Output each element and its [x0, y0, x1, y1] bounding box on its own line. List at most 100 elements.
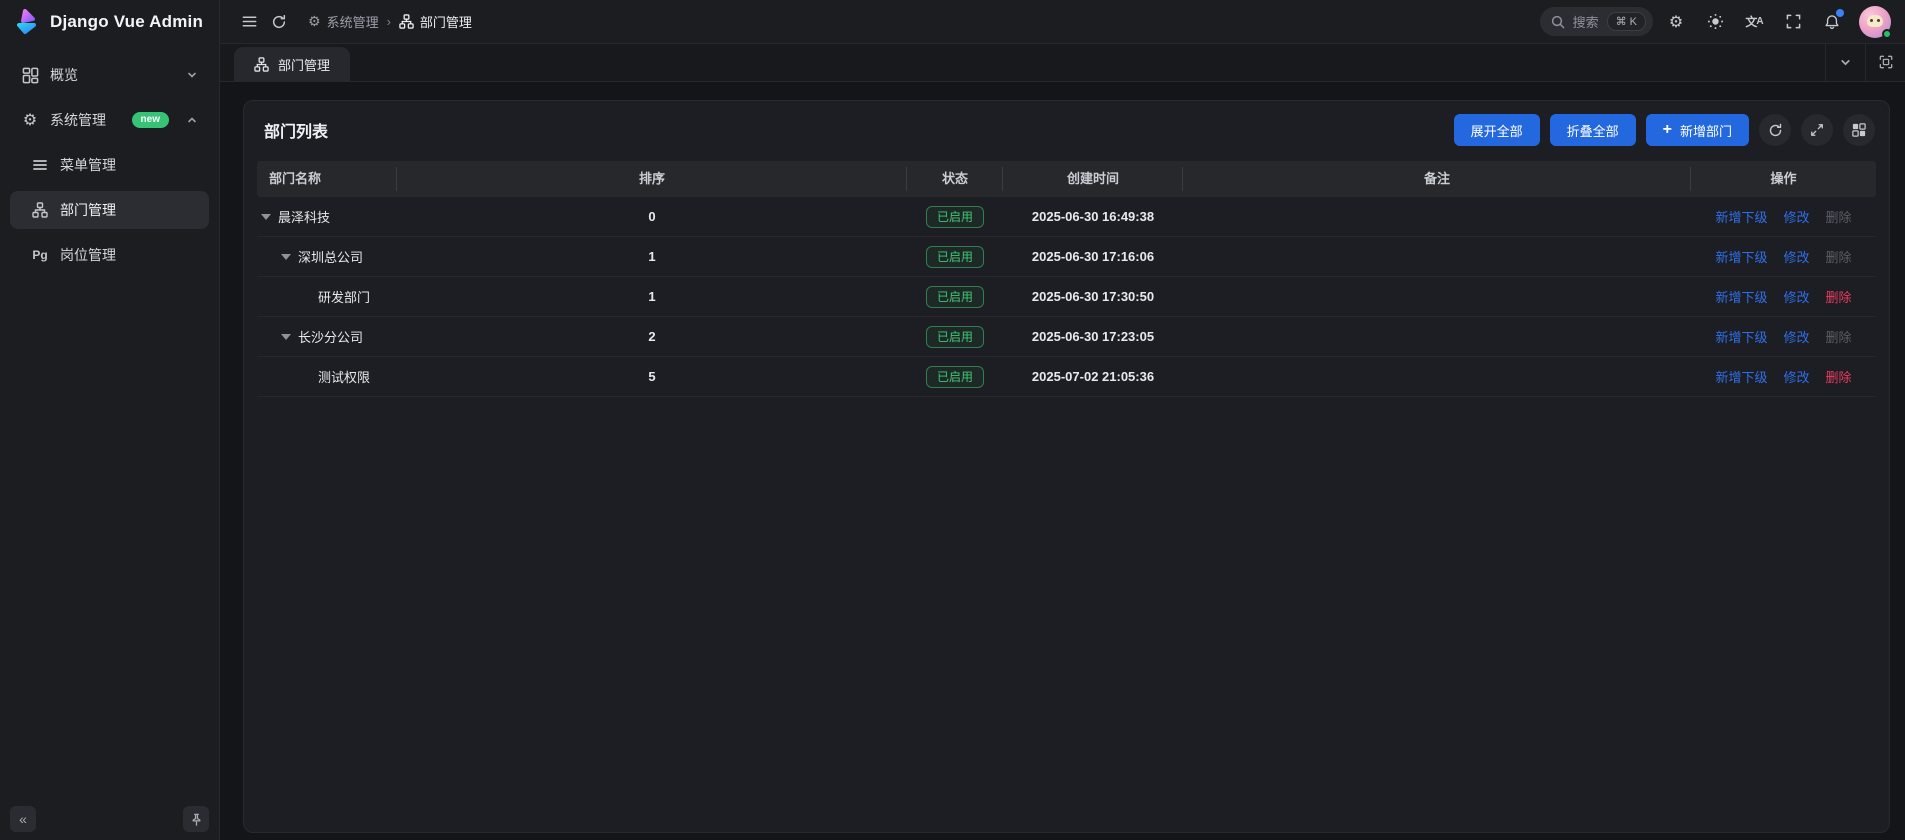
sidebar-item-menu-management[interactable]: 菜单管理	[10, 146, 209, 184]
delete-link[interactable]: 删除	[1826, 367, 1852, 386]
tree-expand-caret[interactable]	[281, 334, 291, 340]
sidebar-item-system[interactable]: ⚙ 系统管理 new	[10, 101, 209, 139]
sidebar-item-overview[interactable]: 概览	[10, 56, 209, 94]
dept-name: 研发部门	[318, 287, 370, 306]
edit-link[interactable]: 修改	[1783, 207, 1809, 226]
list-icon	[31, 156, 49, 174]
collapse-all-button[interactable]: 折叠全部	[1550, 114, 1636, 146]
add-dept-button[interactable]: + 新增部门	[1646, 114, 1749, 146]
theme-toggle-icon[interactable]	[1699, 6, 1731, 38]
dashboard-icon	[21, 66, 39, 84]
topbar: ⚙ 系统管理 › 部门管理 搜索 ⌘ K ⚙	[220, 0, 1905, 44]
maximize-content-icon[interactable]	[1865, 43, 1905, 81]
post-icon: Pg	[31, 246, 49, 264]
pin-icon[interactable]	[183, 806, 209, 832]
plus-icon: +	[1663, 122, 1672, 138]
expand-all-button[interactable]: 展开全部	[1454, 114, 1540, 146]
edit-link[interactable]: 修改	[1783, 247, 1809, 266]
search-shortcut: ⌘ K	[1607, 12, 1646, 31]
col-header-actions: 操作	[1691, 169, 1876, 189]
table-fullscreen-icon[interactable]	[1801, 114, 1833, 146]
online-status-dot	[1882, 29, 1892, 39]
status-badge: 已启用	[926, 286, 984, 308]
table-row[interactable]: 晨泽科技 0 已启用 2025-06-30 16:49:38 新增下级 修改 删…	[257, 197, 1876, 237]
breadcrumb-current[interactable]: 部门管理	[399, 12, 472, 31]
edit-link[interactable]: 修改	[1783, 287, 1809, 306]
fullscreen-icon[interactable]	[1777, 6, 1809, 38]
sidebar-footer: «	[10, 806, 209, 832]
tab-label: 部门管理	[278, 55, 330, 74]
col-header-status: 状态	[907, 169, 1003, 189]
app-logo-icon	[13, 9, 40, 35]
dept-name: 晨泽科技	[278, 207, 330, 226]
tree-expand-caret[interactable]	[261, 214, 271, 220]
dept-sort-value: 0	[397, 209, 907, 224]
add-child-link[interactable]: 新增下级	[1715, 207, 1767, 226]
dept-created-time: 2025-06-30 17:30:50	[1003, 289, 1183, 304]
tabbar: 部门管理	[220, 44, 1905, 82]
refresh-icon[interactable]	[264, 7, 294, 37]
tab-controls	[1825, 43, 1905, 81]
edit-link[interactable]: 修改	[1783, 367, 1809, 386]
status-badge: 已启用	[926, 366, 984, 388]
gear-icon: ⚙	[308, 15, 321, 29]
notification-dot	[1836, 9, 1844, 17]
add-child-link[interactable]: 新增下级	[1715, 247, 1767, 266]
avatar[interactable]	[1859, 6, 1891, 38]
col-header-sort: 排序	[397, 169, 907, 189]
hamburger-menu-icon[interactable]	[234, 7, 264, 37]
dept-name: 测试权限	[318, 367, 370, 386]
table-row[interactable]: 深圳总公司 1 已启用 2025-06-30 17:16:06 新增下级 修改 …	[257, 237, 1876, 277]
gear-icon: ⚙	[21, 111, 39, 129]
tab-list-chevron-icon[interactable]	[1825, 43, 1865, 81]
chevron-up-icon	[186, 114, 198, 126]
table-row[interactable]: 研发部门 1 已启用 2025-06-30 17:30:50 新增下级 修改 删…	[257, 277, 1876, 317]
search-placeholder: 搜索	[1573, 12, 1599, 31]
tree-expand-caret[interactable]	[281, 254, 291, 260]
org-chart-icon	[399, 14, 414, 29]
table-refresh-icon[interactable]	[1759, 114, 1791, 146]
new-badge: new	[132, 112, 169, 128]
dept-name: 深圳总公司	[298, 247, 363, 266]
card-toolbar: 展开全部 折叠全部 + 新增部门	[1454, 114, 1875, 146]
sidebar-item-label: 岗位管理	[60, 245, 116, 265]
sidebar-item-label: 概览	[50, 65, 78, 85]
dept-sort-value: 2	[397, 329, 907, 344]
tab-dept-management[interactable]: 部门管理	[234, 47, 350, 81]
chevron-down-icon	[186, 69, 198, 81]
table-row[interactable]: 长沙分公司 2 已启用 2025-06-30 17:23:05 新增下级 修改 …	[257, 317, 1876, 357]
topbar-right: 搜索 ⌘ K ⚙ 文A	[1540, 6, 1891, 38]
table-row[interactable]: 测试权限 5 已启用 2025-07-02 21:05:36 新增下级 修改 删…	[257, 357, 1876, 397]
search-input[interactable]: 搜索 ⌘ K	[1540, 7, 1653, 36]
delete-link[interactable]: 删除	[1826, 287, 1852, 306]
notification-bell-icon[interactable]	[1816, 6, 1848, 38]
breadcrumb-parent[interactable]: ⚙ 系统管理	[308, 12, 379, 31]
delete-link: 删除	[1826, 247, 1852, 266]
table-body: 晨泽科技 0 已启用 2025-06-30 16:49:38 新增下级 修改 删…	[257, 197, 1876, 397]
status-badge: 已启用	[926, 206, 984, 228]
delete-link: 删除	[1826, 207, 1852, 226]
edit-link[interactable]: 修改	[1783, 327, 1809, 346]
sidebar-item-dept-management[interactable]: 部门管理	[10, 191, 209, 229]
breadcrumb-separator: ›	[387, 14, 391, 29]
org-chart-icon	[254, 57, 269, 72]
add-child-link[interactable]: 新增下级	[1715, 287, 1767, 306]
side-menu: 概览 ⚙ 系统管理 new 菜单管理	[0, 44, 219, 274]
delete-link: 删除	[1826, 327, 1852, 346]
app-title: Django Vue Admin	[50, 12, 203, 32]
sidebar-item-label: 菜单管理	[60, 155, 116, 175]
sidebar-collapse-button[interactable]: «	[10, 806, 36, 832]
settings-gear-icon[interactable]: ⚙	[1660, 6, 1692, 38]
status-badge: 已启用	[926, 326, 984, 348]
sidebar-item-post-management[interactable]: Pg 岗位管理	[10, 236, 209, 274]
language-icon[interactable]: 文A	[1738, 6, 1770, 38]
add-child-link[interactable]: 新增下级	[1715, 327, 1767, 346]
sidebar-item-label: 部门管理	[60, 200, 116, 220]
sidebar-item-label: 系统管理	[50, 110, 106, 130]
column-settings-icon[interactable]	[1843, 114, 1875, 146]
app-logo-row[interactable]: Django Vue Admin	[0, 0, 219, 44]
col-header-name: 部门名称	[257, 169, 397, 189]
org-chart-icon	[31, 201, 49, 219]
dept-sort-value: 1	[397, 289, 907, 304]
add-child-link[interactable]: 新增下级	[1715, 367, 1767, 386]
